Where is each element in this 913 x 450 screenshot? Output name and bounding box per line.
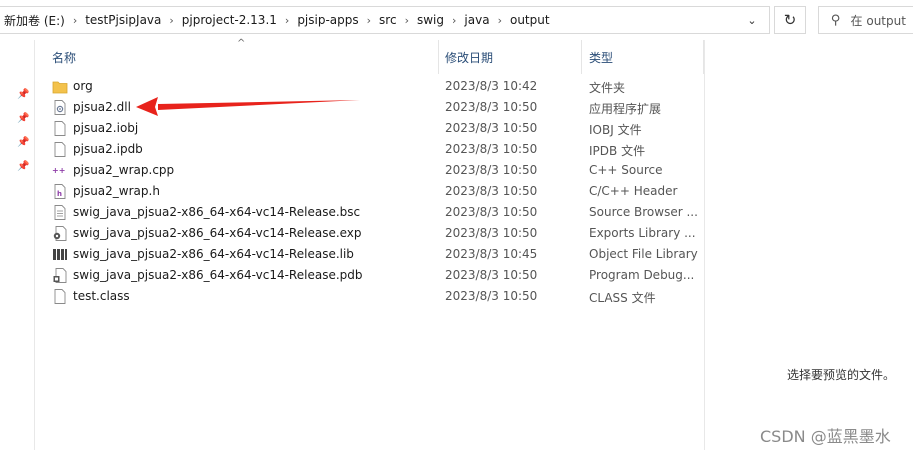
generic-file-icon — [54, 121, 66, 136]
file-name: swig_java_pjsua2-x86_64-x64-vc14-Release… — [73, 205, 361, 219]
generic-file-icon — [54, 289, 66, 304]
file-row[interactable]: pjsua2.iobj 2023/8/3 10:50 IOBJ 文件 — [34, 118, 704, 139]
file-row[interactable]: ++ pjsua2_wrap.cpp 2023/8/3 10:50 C++ So… — [34, 160, 704, 181]
column-date-header[interactable]: 修改日期 — [445, 49, 493, 66]
file-type: 文件夹 — [589, 81, 626, 95]
chevron-right-icon[interactable]: › — [401, 14, 413, 27]
column-divider[interactable] — [438, 40, 439, 74]
file-name: swig_java_pjsua2-x86_64-x64-vc14-Release… — [73, 268, 363, 282]
dll-file-icon — [54, 100, 66, 115]
file-type: IPDB 文件 — [589, 144, 646, 158]
file-date: 2023/8/3 10:50 — [445, 100, 538, 114]
chevron-right-icon[interactable]: › — [363, 14, 375, 27]
file-date: 2023/8/3 10:50 — [445, 268, 538, 282]
file-row[interactable]: swig_java_pjsua2-x86_64-x64-vc14-Release… — [34, 265, 704, 286]
file-type: IOBJ 文件 — [589, 123, 642, 137]
pin-icon[interactable]: 📌 — [17, 161, 29, 172]
file-row[interactable]: swig_java_pjsua2-x86_64-x64-vc14-Release… — [34, 202, 704, 223]
pin-icon[interactable]: 📌 — [17, 137, 29, 148]
pdb-file-icon — [53, 268, 67, 283]
file-date: 2023/8/3 10:42 — [445, 79, 538, 93]
exp-file-icon — [53, 226, 67, 241]
sort-ascending-icon: ^ — [237, 38, 246, 49]
breadcrumb-pjproject[interactable]: pjproject-2.13.1 — [178, 13, 281, 27]
generic-file-icon — [54, 142, 66, 157]
file-type: C/C++ Header — [589, 184, 678, 198]
file-name: test.class — [73, 289, 130, 303]
chevron-right-icon[interactable]: › — [165, 14, 177, 27]
search-input[interactable]: ⚲ 在 output — [818, 6, 913, 34]
preview-message: 选择要预览的文件。 — [787, 368, 896, 382]
breadcrumb[interactable]: 新加卷 (E:) › testPjsipJava › pjproject-2.1… — [0, 6, 770, 34]
file-type: C++ Source — [589, 163, 663, 177]
watermark: CSDN @蓝黑墨水 — [760, 427, 891, 446]
column-type-header[interactable]: 类型 — [589, 49, 613, 66]
file-name: pjsua2.ipdb — [73, 142, 143, 156]
folder-icon — [52, 81, 68, 94]
breadcrumb-drive[interactable]: 新加卷 (E:) — [0, 12, 69, 29]
breadcrumb-testpjsipjava[interactable]: testPjsipJava — [81, 13, 165, 27]
breadcrumb-swig[interactable]: swig — [413, 13, 448, 27]
file-name: org — [73, 79, 93, 93]
breadcrumb-java[interactable]: java — [460, 13, 493, 27]
file-type: Exports Library ... — [589, 226, 696, 240]
file-date: 2023/8/3 10:50 — [445, 184, 538, 198]
svg-text:++: ++ — [52, 166, 65, 175]
breadcrumb-pjsip-apps[interactable]: pjsip-apps — [293, 13, 362, 27]
file-row[interactable]: swig_java_pjsua2-x86_64-x64-vc14-Release… — [34, 244, 704, 265]
file-type: 应用程序扩展 — [589, 102, 662, 116]
breadcrumb-src[interactable]: src — [375, 13, 401, 27]
file-date: 2023/8/3 10:50 — [445, 163, 538, 177]
file-type: Program Debug... — [589, 268, 695, 282]
cpp-file-icon: ++ — [52, 166, 65, 175]
pin-icon[interactable]: 📌 — [17, 89, 29, 100]
file-type: Object File Library — [589, 247, 698, 261]
file-name: swig_java_pjsua2-x86_64-x64-vc14-Release… — [73, 247, 354, 261]
search-placeholder: 在 output — [850, 13, 906, 28]
chevron-right-icon[interactable]: › — [448, 14, 460, 27]
chevron-right-icon[interactable]: › — [69, 14, 81, 27]
file-date: 2023/8/3 10:50 — [445, 226, 538, 240]
chevron-right-icon[interactable]: › — [281, 14, 293, 27]
file-name: pjsua2_wrap.h — [73, 184, 160, 198]
file-row[interactable]: test.class 2023/8/3 10:50 CLASS 文件 — [34, 286, 704, 307]
column-divider[interactable] — [581, 40, 582, 74]
chevron-right-icon[interactable]: › — [494, 14, 506, 27]
annotation-arrow — [136, 97, 360, 116]
navigation-pane[interactable]: 📌 📌 📌 📌 — [0, 40, 35, 450]
search-icon: ⚲ — [831, 12, 841, 28]
file-row[interactable]: swig_java_pjsua2-x86_64-x64-vc14-Release… — [34, 223, 704, 244]
breadcrumb-output[interactable]: output — [506, 13, 554, 27]
file-name: pjsua2_wrap.cpp — [73, 163, 175, 177]
file-type: CLASS 文件 — [589, 291, 656, 305]
lib-file-icon — [53, 249, 67, 260]
file-type: Source Browser ... — [589, 205, 698, 219]
file-date: 2023/8/3 10:50 — [445, 289, 538, 303]
file-date: 2023/8/3 10:50 — [445, 142, 538, 156]
column-name-header[interactable]: 名称 — [52, 49, 76, 66]
file-row[interactable]: h pjsua2_wrap.h 2023/8/3 10:50 C/C++ Hea… — [34, 181, 704, 202]
refresh-icon[interactable]: ↻ — [774, 6, 806, 34]
file-date: 2023/8/3 10:45 — [445, 247, 538, 261]
file-name: swig_java_pjsua2-x86_64-x64-vc14-Release… — [73, 226, 362, 240]
column-header: ^ 名称 修改日期 类型 — [34, 38, 704, 74]
pin-icon[interactable]: 📌 — [17, 113, 29, 124]
preview-pane: 选择要预览的文件。 — [704, 40, 913, 450]
file-date: 2023/8/3 10:50 — [445, 121, 538, 135]
history-dropdown-icon[interactable]: ⌄ — [734, 6, 770, 34]
header-file-icon: h — [54, 184, 66, 199]
svg-text:h: h — [57, 190, 62, 198]
file-name: pjsua2.iobj — [73, 121, 139, 135]
bsc-file-icon — [54, 205, 66, 220]
file-date: 2023/8/3 10:50 — [445, 205, 538, 219]
address-bar: 新加卷 (E:) › testPjsipJava › pjproject-2.1… — [0, 0, 913, 40]
file-name: pjsua2.dll — [73, 100, 131, 114]
file-row[interactable]: pjsua2.ipdb 2023/8/3 10:50 IPDB 文件 — [34, 139, 704, 160]
